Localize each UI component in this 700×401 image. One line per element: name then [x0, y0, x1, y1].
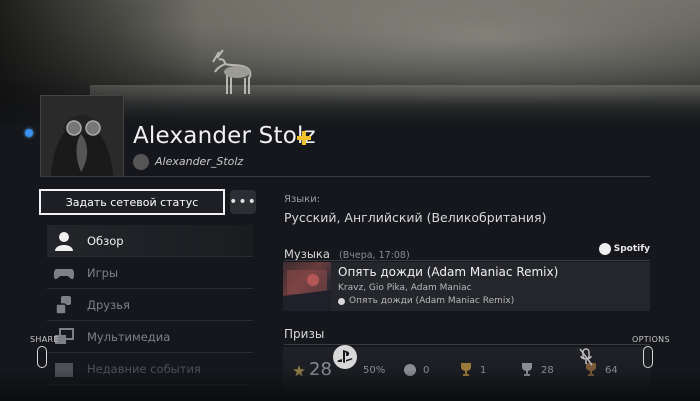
share-hint-label: SHARE	[30, 335, 59, 344]
profile-name: Alexander Stolz	[133, 123, 316, 149]
menu-item-overview[interactable]: Обзор	[47, 225, 253, 257]
options-hint-label: OPTIONS	[632, 335, 670, 344]
menu-item-media[interactable]: Мультимедиа	[47, 321, 253, 353]
languages-value: Русский, Английский (Великобритания)	[284, 210, 547, 225]
share-button-icon	[37, 346, 47, 368]
header-divider	[40, 176, 650, 177]
friends-icon	[55, 295, 71, 315]
gamepad-icon	[53, 268, 75, 279]
languages-label: Языки:	[284, 194, 321, 205]
avatar[interactable]	[40, 95, 124, 177]
profile-menu: Обзор Игры Друзья Мультимедиа Недавние с…	[47, 225, 253, 385]
ps-button-icon	[333, 345, 357, 369]
more-options-button[interactable]: •••	[229, 190, 256, 214]
track-artists: Kravz, Gio Pika, Adam Maniac	[338, 283, 472, 293]
menu-item-label: Обзор	[87, 233, 124, 248]
track-name: Опять дожди (Adam Maniac Remix)	[338, 265, 559, 279]
deer-image	[212, 49, 252, 94]
online-status-dot	[25, 129, 33, 137]
music-track-card[interactable]: Опять дожди (Adam Maniac Remix) Kravz, G…	[283, 262, 650, 311]
menu-item-games[interactable]: Игры	[47, 257, 253, 289]
plague-doctor-avatar-icon	[41, 96, 123, 176]
options-button-icon	[643, 346, 653, 368]
spotify-logo: Spotify	[598, 243, 650, 255]
spotify-icon	[598, 243, 611, 255]
person-icon	[55, 231, 73, 251]
album-art	[283, 262, 331, 311]
album-art-image	[283, 270, 331, 311]
trophies-title: Призы	[284, 327, 325, 341]
psn-avatar-icon	[133, 154, 149, 170]
music-divider	[284, 260, 650, 261]
track-album-name: Опять дожди (Adam Maniac Remix)	[349, 296, 515, 306]
ps-plus-icon	[297, 131, 311, 145]
spotify-label: Spotify	[613, 244, 650, 254]
album-disc-icon	[338, 297, 345, 305]
menu-item-label: Друзья	[87, 297, 130, 312]
menu-item-label: Мультимедиа	[87, 329, 171, 344]
languages-section: Языки: Русский, Английский (Великобритан…	[284, 194, 650, 225]
menu-item-friends[interactable]: Друзья	[47, 289, 253, 321]
track-album: Опять дожди (Adam Maniac Remix)	[338, 296, 514, 306]
bottom-overlay	[0, 370, 700, 401]
menu-item-label: Игры	[87, 265, 119, 280]
music-header: Музыка (Вчера, 17:08) Spotify	[284, 243, 650, 261]
set-status-button[interactable]: Задать сетевой статус	[39, 189, 225, 215]
mic-muted-icon	[579, 348, 593, 366]
playstation-logo-icon	[337, 350, 353, 363]
psn-id: Alexander_Stolz	[155, 155, 244, 168]
trophies-divider	[284, 344, 650, 345]
music-title: Музыка	[284, 247, 330, 261]
